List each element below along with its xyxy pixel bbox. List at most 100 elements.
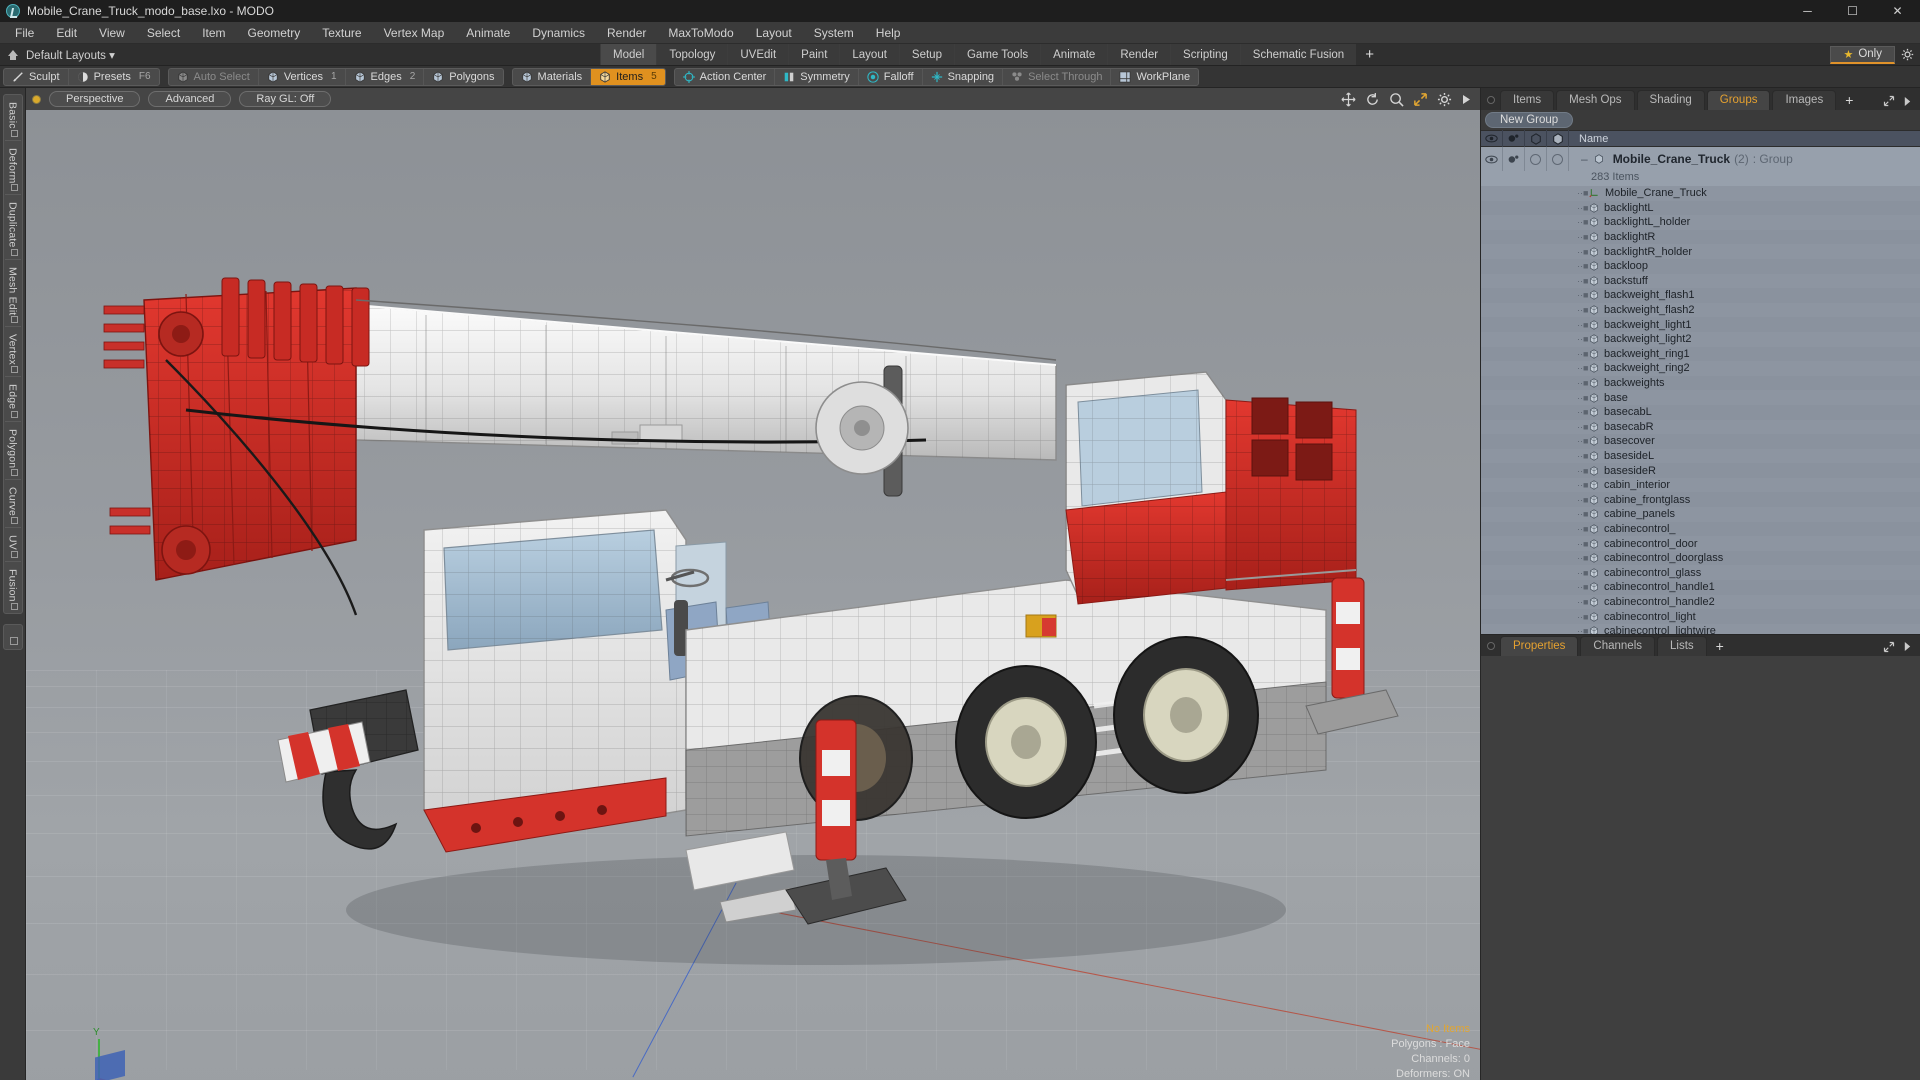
move-icon[interactable] xyxy=(1341,92,1356,107)
group-shade-toggle[interactable] xyxy=(1547,147,1569,171)
panel-tab-images[interactable]: Images xyxy=(1772,90,1837,110)
rail-tab-mesh-edit[interactable]: Mesh Edit xyxy=(4,260,21,328)
menu-item-vertex-map[interactable]: Vertex Map xyxy=(373,23,456,43)
home-icon[interactable] xyxy=(6,48,20,62)
item-row[interactable]: ··■ cabinecontrol_lightwire xyxy=(1481,624,1920,634)
bottom-panel-menu-dot[interactable] xyxy=(1487,641,1495,650)
zoom-icon[interactable] xyxy=(1389,92,1404,107)
panel-menu-dot[interactable] xyxy=(1487,96,1495,104)
add-bottom-tab[interactable]: + xyxy=(1709,636,1731,656)
bottom-tab-lists[interactable]: Lists xyxy=(1657,635,1707,656)
rail-tab-edge[interactable]: Edge xyxy=(4,377,21,422)
rail-tab-vertex[interactable]: Vertex xyxy=(4,327,21,378)
item-row[interactable]: ··■ basesideL xyxy=(1481,449,1920,464)
raygl-toggle[interactable]: Ray GL: Off xyxy=(239,91,332,107)
mode-button-materials[interactable]: Materials xyxy=(513,68,592,85)
view-mode-perspective[interactable]: Perspective xyxy=(49,91,141,107)
menu-item-system[interactable]: System xyxy=(803,23,865,43)
mode-button-select-through[interactable]: Select Through xyxy=(1003,68,1112,85)
shade-icon[interactable] xyxy=(1547,130,1569,147)
rail-tab-fusion[interactable]: Fusion xyxy=(5,562,21,613)
menu-item-texture[interactable]: Texture xyxy=(311,23,372,43)
chevron-right-icon[interactable] xyxy=(1903,641,1912,652)
menu-item-file[interactable]: File xyxy=(4,23,45,43)
item-row[interactable]: ··■ cabinecontrol_ xyxy=(1481,521,1920,537)
mode-button-falloff[interactable]: Falloff xyxy=(859,68,923,85)
item-row[interactable]: ··■ cabin_interior xyxy=(1481,478,1920,493)
item-list[interactable]: – Mobile_Crane_Truck (2) : Group 283 Ite… xyxy=(1481,147,1920,634)
rail-tab-curve[interactable]: Curve xyxy=(4,480,21,529)
mode-button-presets[interactable]: Presets F6 xyxy=(69,69,159,85)
mode-button-snapping[interactable]: Snapping xyxy=(923,68,1004,85)
layout-tab-topology[interactable]: Topology xyxy=(656,44,728,65)
new-group-button[interactable]: New Group xyxy=(1485,112,1574,128)
menu-item-view[interactable]: View xyxy=(88,23,136,43)
layout-tab-setup[interactable]: Setup xyxy=(898,44,954,65)
mode-button-workplane[interactable]: WorkPlane xyxy=(1111,69,1198,85)
item-row[interactable]: ··■ backweight_flash2 xyxy=(1481,303,1920,318)
layout-tab-animate[interactable]: Animate xyxy=(1040,44,1108,65)
mode-button-symmetry[interactable]: Symmetry xyxy=(775,68,859,85)
render-icon[interactable] xyxy=(1503,130,1525,147)
mode-button-polygons[interactable]: Polygons xyxy=(424,69,502,85)
menu-item-help[interactable]: Help xyxy=(865,23,912,43)
rail-tab-deform[interactable]: Deform xyxy=(4,141,21,196)
bottom-tab-properties[interactable]: Properties xyxy=(1500,635,1579,656)
item-row[interactable]: ··■ basecover xyxy=(1481,434,1920,449)
layout-tab-scripting[interactable]: Scripting xyxy=(1170,44,1240,65)
crane-truck-model[interactable] xyxy=(26,110,1480,1060)
item-row[interactable]: ··■ backweight_flash1 xyxy=(1481,288,1920,303)
item-row[interactable]: ··■ Mobile_Crane_Truck xyxy=(1481,186,1920,201)
item-row[interactable]: ··■ backlightR xyxy=(1481,229,1920,245)
rail-tab-duplicate[interactable]: Duplicate xyxy=(4,195,21,260)
layout-tab-game-tools[interactable]: Game Tools xyxy=(953,44,1041,65)
left-rail-extra-tab[interactable] xyxy=(2,623,23,650)
mode-button-sculpt[interactable]: Sculpt xyxy=(4,68,69,85)
item-row[interactable]: ··■ cabine_frontglass xyxy=(1481,492,1920,508)
panel-tab-mesh-ops[interactable]: Mesh Ops xyxy=(1556,90,1635,110)
item-row[interactable]: ··■ backloop xyxy=(1481,258,1920,274)
expand-icon[interactable] xyxy=(1883,95,1895,107)
item-row[interactable]: ··■ cabinecontrol_doorglass xyxy=(1481,550,1920,566)
item-row[interactable]: ··■ backlightL xyxy=(1481,200,1920,216)
play-icon[interactable] xyxy=(1461,93,1472,106)
menu-item-render[interactable]: Render xyxy=(596,23,657,43)
item-row[interactable]: ··■ base xyxy=(1481,390,1920,405)
add-panel-tab[interactable]: + xyxy=(1838,90,1860,110)
viewport-3d-scene[interactable]: Y X Z No Items Polygons : Face Channels:… xyxy=(26,110,1480,1080)
minimize-button[interactable]: ─ xyxy=(1785,0,1830,22)
item-row[interactable]: ··■ backlightL_holder xyxy=(1481,215,1920,230)
item-row[interactable]: ··■ backweight_ring1 xyxy=(1481,346,1920,362)
rail-tab-uv[interactable]: UV xyxy=(4,528,21,563)
only-toggle-button[interactable]: ★ Only xyxy=(1830,45,1895,64)
menu-item-geometry[interactable]: Geometry xyxy=(237,23,312,43)
collapse-icon[interactable]: – xyxy=(1581,152,1588,166)
layout-tab-render[interactable]: Render xyxy=(1107,44,1171,65)
add-layout-tab[interactable]: + xyxy=(1356,44,1383,65)
eye-icon[interactable] xyxy=(1481,130,1503,147)
fit-icon[interactable] xyxy=(1413,92,1428,107)
layout-tab-model[interactable]: Model xyxy=(600,44,657,65)
layout-tab-paint[interactable]: Paint xyxy=(788,44,840,65)
item-row[interactable]: ··■ cabinecontrol_glass xyxy=(1481,565,1920,580)
menu-item-dynamics[interactable]: Dynamics xyxy=(521,23,596,43)
group-row[interactable]: – Mobile_Crane_Truck (2) : Group xyxy=(1481,147,1920,171)
item-row[interactable]: ··■ backweight_ring2 xyxy=(1481,361,1920,376)
item-row[interactable]: ··■ cabinecontrol_light xyxy=(1481,609,1920,624)
menu-item-select[interactable]: Select xyxy=(136,23,191,43)
panel-tab-groups[interactable]: Groups xyxy=(1706,90,1771,110)
chevron-right-icon[interactable] xyxy=(1903,96,1912,107)
gear-icon[interactable] xyxy=(1437,92,1452,107)
item-row[interactable]: ··■ cabinecontrol_handle2 xyxy=(1481,595,1920,610)
layout-tab-schematic-fusion[interactable]: Schematic Fusion xyxy=(1239,44,1357,65)
rotate-icon[interactable] xyxy=(1365,92,1380,107)
layout-tab-uvedit[interactable]: UVEdit xyxy=(727,44,789,65)
group-visibility-toggle[interactable] xyxy=(1481,147,1503,171)
item-row[interactable]: ··■ backweights xyxy=(1481,375,1920,391)
rail-tab-polygon[interactable]: Polygon xyxy=(4,422,21,481)
menu-item-animate[interactable]: Animate xyxy=(455,23,521,43)
menu-item-maxtomodo[interactable]: MaxToModo xyxy=(657,23,744,43)
shading-mode-advanced[interactable]: Advanced xyxy=(148,91,232,107)
menu-item-edit[interactable]: Edit xyxy=(45,23,88,43)
maximize-button[interactable]: ☐ xyxy=(1830,0,1875,22)
